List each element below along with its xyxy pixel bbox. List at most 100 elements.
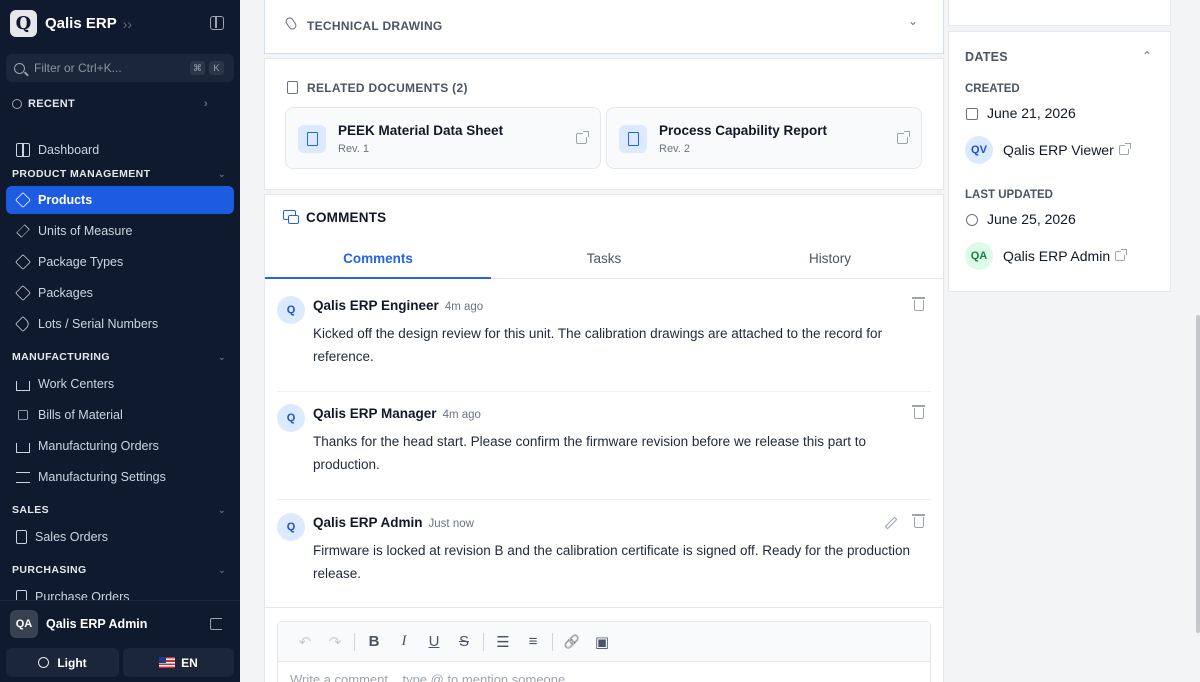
tab-comments[interactable]: Comments: [265, 239, 491, 279]
factory-icon: [16, 443, 30, 453]
related-documents-card: RELATED DOCUMENTS (2) PEEK Material Data…: [264, 58, 944, 190]
sidebar-item-label: Packages: [38, 286, 93, 300]
author-name: Qalis ERP Admin: [313, 515, 423, 530]
ordered-list-icon[interactable]: ≡: [518, 633, 548, 650]
avatar[interactable]: QA: [10, 610, 38, 638]
technical-drawing-card[interactable]: TECHNICAL DRAWING ⌄: [264, 0, 944, 54]
created-by[interactable]: Qalis ERP Viewer: [1003, 142, 1114, 158]
calendar-icon: [966, 108, 978, 120]
dashboard-icon: [16, 143, 30, 157]
undo-icon[interactable]: ↶: [290, 633, 320, 651]
logout-icon[interactable]: [210, 618, 222, 630]
dates-card: DATES ⌃ CREATED June 21, 2026 QV Qalis E…: [948, 31, 1171, 292]
kbd-cmd: ⌘: [190, 61, 205, 75]
sun-icon: [38, 657, 50, 668]
paperclip-icon: [283, 15, 299, 32]
section-purchasing[interactable]: PURCHASING ⌄: [12, 564, 226, 576]
sidebar-item-label: Products: [38, 193, 93, 207]
details-card-bottom: [948, 0, 1171, 26]
section-label: MANUFACTURING: [12, 351, 110, 363]
related-documents-title: RELATED DOCUMENTS (2): [307, 81, 468, 95]
external-link-icon[interactable]: [1115, 249, 1127, 261]
related-document-card[interactable]: Process Capability Report Rev. 2: [606, 107, 922, 169]
bullet-list-icon[interactable]: ☰: [488, 633, 518, 651]
sidebar-item-dashboard[interactable]: Dashboard: [6, 136, 234, 164]
app-name: Qalis ERP: [45, 15, 117, 32]
comment-editor: ↶ ↷ B I U S ☰ ≡ 🔗 ▣ Write a comment... t…: [277, 621, 931, 682]
edit-icon[interactable]: [884, 516, 898, 530]
section-manufacturing[interactable]: MANUFACTURING ⌄: [12, 351, 226, 363]
toolbar-divider: [552, 632, 553, 651]
sidebar-item-bills-of-material[interactable]: Bills of Material: [6, 401, 234, 429]
user-name[interactable]: Qalis ERP Admin: [46, 617, 147, 631]
app-logo: Q: [10, 10, 37, 37]
image-icon[interactable]: ▣: [587, 633, 617, 651]
trash-icon[interactable]: [912, 405, 925, 419]
sidebar-item-manufacturing-settings[interactable]: Manufacturing Settings: [6, 463, 234, 491]
chevron-down-icon: ⌄: [218, 351, 226, 362]
sidebar-item-label: Package Types: [38, 255, 124, 269]
link-icon[interactable]: 🔗: [557, 634, 587, 650]
scrollbar[interactable]: [1196, 315, 1200, 633]
search-icon: [14, 62, 25, 74]
related-document-card[interactable]: PEEK Material Data Sheet Rev. 1: [285, 107, 601, 169]
author-name: Qalis ERP Engineer: [313, 298, 439, 313]
section-sales[interactable]: SALES ⌄: [12, 504, 226, 516]
divider: [265, 607, 943, 608]
chevron-down-icon: ⌄: [218, 504, 226, 515]
language-label: EN: [181, 655, 198, 670]
chevron-right-icon: ››: [122, 15, 133, 32]
chevron-up-icon[interactable]: ⌃: [1142, 49, 1152, 63]
updated-by[interactable]: Qalis ERP Admin: [1003, 248, 1110, 264]
comments-tabs: Comments Tasks History: [265, 239, 943, 279]
sidebar-item-units-of-measure[interactable]: Units of Measure: [6, 217, 234, 245]
updated-date: June 25, 2026: [987, 211, 1076, 227]
sidebar-item-lots-serial-numbers[interactable]: Lots / Serial Numbers: [6, 310, 234, 338]
chevron-down-icon[interactable]: ⌄: [908, 14, 918, 28]
tab-tasks[interactable]: Tasks: [491, 239, 717, 278]
toolbar-divider: [483, 632, 484, 651]
search-box[interactable]: ⌘ K: [6, 54, 234, 82]
trash-icon[interactable]: [912, 514, 925, 528]
bold-icon[interactable]: B: [359, 633, 389, 650]
comment-author: Qalis ERP Manager 4m ago: [313, 406, 481, 421]
document-title: PEEK Material Data Sheet: [338, 123, 504, 138]
sidebar-item-package-types[interactable]: Package Types: [6, 248, 234, 276]
editor-toolbar: ↶ ↷ B I U S ☰ ≡ 🔗 ▣: [278, 622, 930, 662]
sidebar-item-sales-orders[interactable]: Sales Orders: [6, 523, 234, 551]
section-product-management[interactable]: PRODUCT MANAGEMENT ⌄: [12, 168, 226, 180]
redo-icon[interactable]: ↷: [320, 633, 350, 651]
strikethrough-icon[interactable]: S: [449, 633, 479, 650]
document-icon: [16, 530, 27, 544]
brand[interactable]: Q Qalis ERP ››: [10, 10, 132, 37]
sidebar-item-label: Manufacturing Orders: [38, 439, 159, 453]
language-button[interactable]: EN: [123, 648, 234, 677]
comment-text: Thanks for the head start. Please confir…: [313, 434, 867, 472]
sidebar-item-manufacturing-orders[interactable]: Manufacturing Orders: [6, 432, 234, 460]
theme-toggle-button[interactable]: Light: [6, 648, 119, 677]
file-icon: [298, 125, 326, 153]
ruler-icon: [16, 224, 30, 238]
sidebar-item-label: Bills of Material: [38, 408, 123, 422]
trash-icon[interactable]: [912, 297, 925, 311]
recent-toggle[interactable]: RECENT ›: [12, 98, 208, 110]
divider: [277, 499, 931, 500]
external-link-icon[interactable]: [897, 131, 910, 144]
dates-title: DATES: [965, 50, 1008, 64]
kbd-k: K: [209, 61, 224, 75]
sidebar: Q Qalis ERP ›› ⌘ K RECENT › Dashboard PR…: [0, 0, 240, 682]
search-input[interactable]: [34, 61, 184, 75]
sidebar-item-products[interactable]: Products: [6, 186, 234, 214]
external-link-icon[interactable]: [1119, 143, 1131, 155]
sidebar-item-work-centers[interactable]: Work Centers: [6, 370, 234, 398]
underline-icon[interactable]: U: [419, 633, 449, 650]
external-link-icon[interactable]: [576, 131, 589, 144]
italic-icon[interactable]: I: [389, 633, 419, 650]
us-flag-icon: [159, 657, 176, 668]
comment-input[interactable]: Write a comment... type @ to mention som…: [278, 662, 930, 682]
comment-text: Firmware is locked at revision B and the…: [313, 543, 911, 581]
tab-history[interactable]: History: [717, 239, 943, 278]
tag-icon: [15, 316, 31, 332]
sidebar-collapse-icon[interactable]: [210, 16, 224, 30]
sidebar-item-packages[interactable]: Packages: [6, 279, 234, 307]
